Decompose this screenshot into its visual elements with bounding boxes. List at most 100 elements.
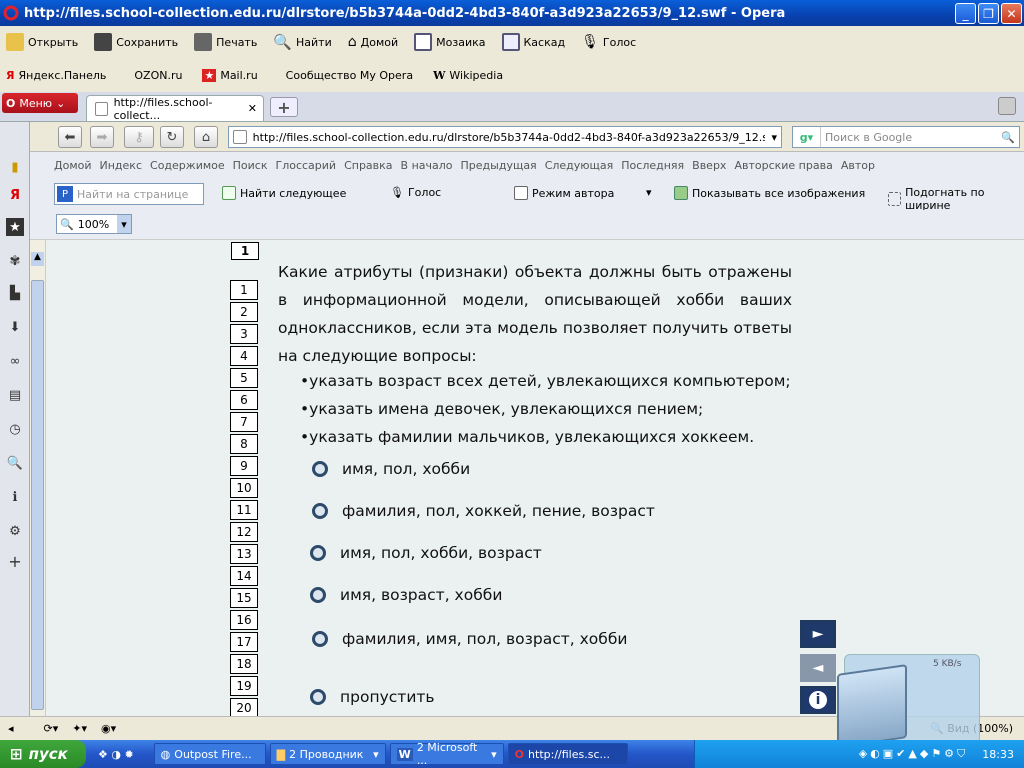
radio-button[interactable] xyxy=(312,631,328,647)
vertical-scrollbar[interactable]: ▲ xyxy=(30,240,46,716)
answer-option[interactable]: имя, возраст, хобби xyxy=(310,586,502,604)
question-number-7[interactable]: 7 xyxy=(230,412,258,432)
taskbar-item-outpost[interactable]: ◍ Outpost Fire... xyxy=(153,743,266,765)
question-number-3[interactable]: 3 xyxy=(230,324,258,344)
cascade-button[interactable]: Каскад xyxy=(501,33,565,51)
next-button[interactable]: ► xyxy=(800,620,836,648)
nav-link-help[interactable]: Справка xyxy=(344,159,392,172)
forward-button[interactable]: ➡ xyxy=(90,126,114,148)
question-number-10[interactable]: 10 xyxy=(230,478,258,498)
trash-icon[interactable] xyxy=(998,97,1016,115)
bookmark-mailru[interactable]: ★ Mail.ru xyxy=(202,68,258,82)
question-number-9[interactable]: 9 xyxy=(230,456,258,476)
opera-menu-button[interactable]: O Меню ⌄ xyxy=(2,93,78,113)
network-monitor-gadget[interactable]: 5 KB/s xyxy=(837,654,980,748)
new-tab-button[interactable]: + xyxy=(270,97,298,117)
scroll-up-arrow-icon[interactable]: ▲ xyxy=(31,252,44,266)
author-mode-button[interactable]: Режим автора xyxy=(514,186,614,200)
search-field[interactable]: g▾ Поиск в Google 🔍 xyxy=(792,126,1020,148)
close-button[interactable]: ✕ xyxy=(1001,3,1022,24)
nav-link-glossary[interactable]: Глоссарий xyxy=(275,159,336,172)
add-panel-icon[interactable]: + xyxy=(6,552,24,571)
question-number-8[interactable]: 8 xyxy=(230,434,258,454)
skip-option[interactable]: пропустить xyxy=(310,688,435,706)
chevron-down-icon[interactable]: ▾ xyxy=(646,186,652,199)
zoom-select[interactable]: 🔍 100% ▾ xyxy=(56,214,132,234)
bookmarks-icon[interactable]: ★ xyxy=(6,218,24,236)
taskbar-item-explorer[interactable]: ▇ 2 Проводник ▾ xyxy=(269,743,386,765)
url-field[interactable]: http://files.school-collection.edu.ru/dl… xyxy=(228,126,782,148)
nav-link-contents[interactable]: Содержимое xyxy=(150,159,225,172)
nav-link-next[interactable]: Следующая xyxy=(545,159,614,172)
windows-icon[interactable]: ▤ xyxy=(6,386,24,404)
sync-icon[interactable]: ⟳▾ xyxy=(44,722,59,735)
history-icon[interactable]: ◷ xyxy=(6,420,24,438)
notes-icon[interactable]: ▮ xyxy=(6,158,24,176)
question-number-12[interactable]: 12 xyxy=(230,522,258,542)
bookmark-yandex[interactable]: Я Яндекс.Панель xyxy=(6,69,106,82)
nav-link-index[interactable]: Индекс xyxy=(100,159,143,172)
open-button[interactable]: Открыть xyxy=(6,33,78,51)
radio-button[interactable] xyxy=(310,587,326,603)
quicklaunch-icons[interactable]: ❖ ◑ ✹ xyxy=(98,748,134,761)
radio-button[interactable] xyxy=(312,461,328,477)
google-icon[interactable]: g▾ xyxy=(793,127,821,147)
widgets-icon[interactable]: ✾ xyxy=(6,252,24,270)
voice-button[interactable]: 🎙 Голос xyxy=(581,34,636,50)
tab-close-icon[interactable]: ✕ xyxy=(248,102,257,115)
nav-link-previous[interactable]: Предыдущая xyxy=(461,159,537,172)
search-panel-icon[interactable]: 🔍 xyxy=(6,454,24,472)
tile-button[interactable]: Мозаика xyxy=(414,33,486,51)
find-button[interactable]: 🔍 Найти xyxy=(273,33,331,51)
question-number-13[interactable]: 13 xyxy=(230,544,258,564)
show-images-button[interactable]: Показывать все изображения xyxy=(674,186,865,200)
question-number-18[interactable]: 18 xyxy=(230,654,258,674)
answer-option[interactable]: фамилия, пол, хоккей, пение, возраст xyxy=(312,502,655,520)
find-input[interactable]: P Найти на странице xyxy=(54,183,204,205)
radio-button[interactable] xyxy=(310,545,326,561)
print-button[interactable]: Печать xyxy=(194,33,257,51)
nav-link-home[interactable]: Домой xyxy=(54,159,92,172)
question-number-19[interactable]: 19 xyxy=(230,676,258,696)
nav-link-last[interactable]: Последняя xyxy=(621,159,684,172)
question-number-15[interactable]: 15 xyxy=(230,588,258,608)
start-button[interactable]: ⊞ пуск xyxy=(0,740,86,768)
info-icon[interactable]: ℹ xyxy=(6,488,24,506)
downloads-icon[interactable]: ⬇ xyxy=(6,318,24,336)
question-number-4[interactable]: 4 xyxy=(230,346,258,366)
question-number-1[interactable]: 1 xyxy=(230,280,258,300)
voice-find-button[interactable]: 🎙 Голос xyxy=(390,186,441,199)
bookmark-myopera[interactable]: Сообщество My Opera xyxy=(286,69,413,82)
answer-option[interactable]: имя, пол, хобби xyxy=(312,460,470,478)
scroll-thumb[interactable] xyxy=(31,280,44,710)
previous-button[interactable]: ◄ xyxy=(800,654,836,682)
taskbar-item-word[interactable]: W2 Microsoft ... ▾ xyxy=(389,741,504,767)
question-number-20[interactable]: 20 xyxy=(230,698,258,718)
info-button[interactable]: i xyxy=(800,686,836,714)
bookmark-ozon[interactable]: OZON.ru xyxy=(134,69,182,82)
turbo-icon[interactable]: ◉▾ xyxy=(101,722,116,735)
maximize-button[interactable]: ❐ xyxy=(978,3,999,24)
wand-button[interactable]: ⚷ xyxy=(124,126,154,148)
home-nav-button[interactable]: ⌂ xyxy=(194,126,218,148)
notes-panel-icon[interactable]: ▙ xyxy=(6,284,24,302)
question-number-5[interactable]: 5 xyxy=(230,368,258,388)
tab-active[interactable]: http://files.school-collect... ✕ xyxy=(86,95,264,122)
nav-link-first[interactable]: В начало xyxy=(401,159,453,172)
question-number-2[interactable]: 2 xyxy=(230,302,258,322)
save-button[interactable]: Сохранить xyxy=(94,33,178,51)
radio-button[interactable] xyxy=(310,689,326,705)
nav-link-up[interactable]: Вверх xyxy=(692,159,726,172)
settings-gear-icon[interactable]: ⚙ xyxy=(6,522,24,540)
question-number-17[interactable]: 17 xyxy=(230,632,258,652)
chevron-down-icon[interactable]: ▾ xyxy=(771,131,777,144)
question-number-6[interactable]: 6 xyxy=(230,390,258,410)
back-button[interactable]: ⬅ xyxy=(58,126,82,148)
unite-icon[interactable]: ✦▾ xyxy=(72,722,87,735)
fit-width-button[interactable]: Подогнать по ширине xyxy=(888,186,1024,212)
tray-icons[interactable]: ◈◐▣✔▲◆⚑⚙⛉ xyxy=(859,747,969,761)
nav-link-author[interactable]: Автор xyxy=(841,159,875,172)
question-number-11[interactable]: 11 xyxy=(230,500,258,520)
nav-link-copyright[interactable]: Авторские права xyxy=(734,159,832,172)
radio-button[interactable] xyxy=(312,503,328,519)
